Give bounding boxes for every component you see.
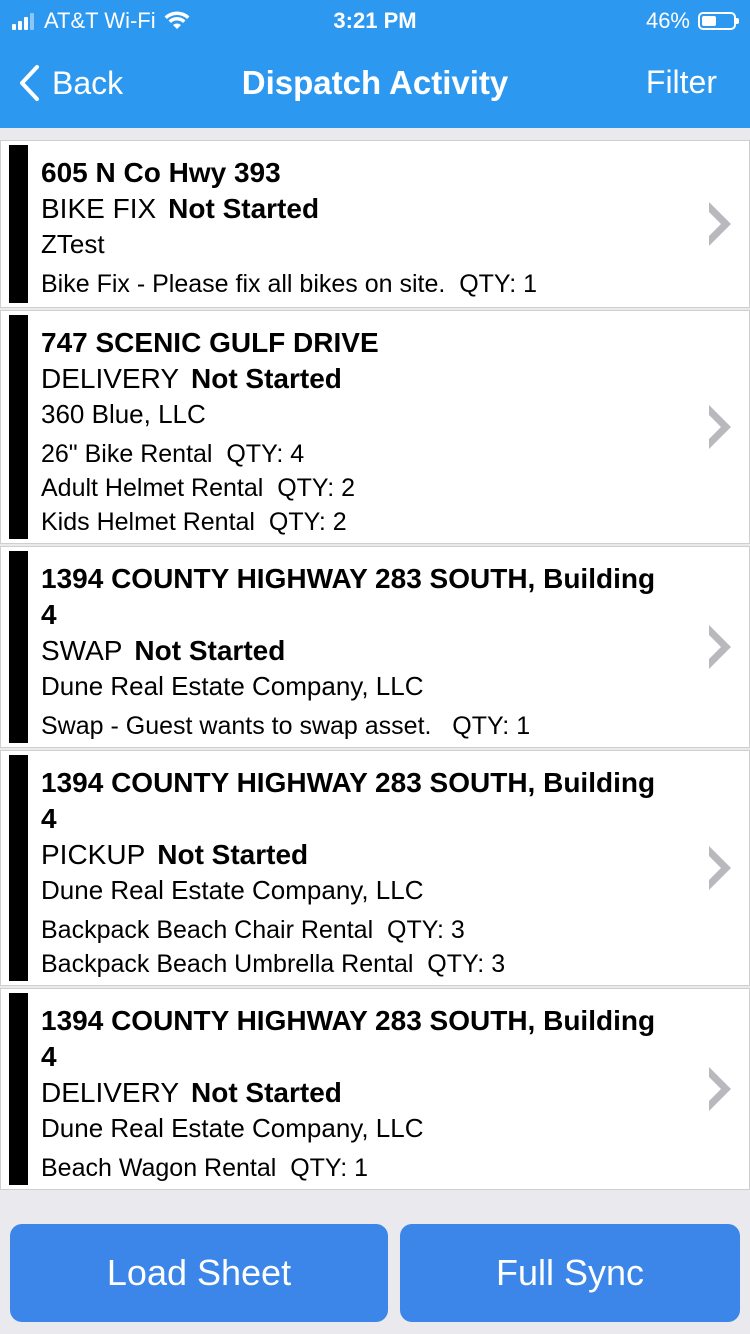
dispatch-item: Swap - Guest wants to swap asset. QTY: 1 [41, 712, 531, 740]
status-bar: AT&T Wi-Fi 3:21 PM 46% [0, 0, 750, 40]
dispatch-type: DELIVERY [41, 363, 179, 394]
dispatch-card[interactable]: 605 N Co Hwy 393 BIKE FIX Not Started ZTest… [0, 140, 750, 308]
dispatch-status: Not Started [168, 193, 320, 224]
chevron-right-icon [709, 1067, 731, 1111]
battery-percent: 46% [645, 8, 690, 33]
dispatch-type-line: DELIVERY Not Started [41, 1075, 669, 1111]
dispatch-type: DELIVERY [41, 1077, 179, 1108]
load-sheet-button[interactable]: Load Sheet [10, 1224, 388, 1322]
header: AT&T Wi-Fi 3:21 PM 46% Back Dispatch Act… [0, 0, 750, 128]
dispatch-type: PICKUP [41, 839, 146, 870]
chevron-right-icon [709, 625, 731, 669]
dispatch-type: BIKE FIX [41, 193, 157, 224]
dispatch-address: 1394 COUNTY HIGHWAY 283 SOUTH, Building … [41, 767, 656, 834]
dispatch-item: 26" Bike Rental QTY: 4 [41, 440, 305, 468]
dispatch-item: Bike Fix - Please fix all bikes on site.… [41, 270, 538, 298]
filter-button[interactable]: Filter [646, 64, 717, 101]
dispatch-address: 1394 COUNTY HIGHWAY 283 SOUTH, Building … [41, 563, 656, 630]
status-stripe [9, 755, 28, 981]
status-right: 46% [645, 8, 739, 34]
dispatch-type-line: BIKE FIX Not Started [41, 191, 669, 227]
dispatch-company: Dune Real Estate Company, LLC [41, 1113, 424, 1143]
dispatch-item: Backpack Beach Umbrella Rental QTY: 3 [41, 950, 506, 978]
dispatch-company: 360 Blue, LLC [41, 399, 206, 429]
dispatch-company: Dune Real Estate Company, LLC [41, 671, 424, 701]
clock: 3:21 PM [333, 8, 417, 33]
dispatch-item: Beach Wagon Rental QTY: 1 [41, 1154, 369, 1182]
dispatch-item: Adult Helmet Rental QTY: 2 [41, 474, 356, 502]
dispatch-address: 605 N Co Hwy 393 [41, 157, 281, 188]
status-stripe [9, 315, 28, 539]
chevron-right-icon [709, 846, 731, 890]
dispatch-address: 1394 COUNTY HIGHWAY 283 SOUTH, Building … [41, 1005, 656, 1072]
battery-icon [698, 12, 739, 30]
dispatch-card[interactable]: 1394 COUNTY HIGHWAY 283 SOUTH, Building … [0, 546, 750, 748]
dispatch-company: ZTest [41, 229, 105, 259]
dispatch-card[interactable]: 747 SCENIC GULF DRIVE DELIVERY Not Started… [0, 310, 750, 544]
footer: Load Sheet Full Sync [0, 1214, 750, 1334]
dispatch-status: Not Started [134, 635, 286, 666]
chevron-right-icon [709, 202, 731, 246]
dispatch-card[interactable]: 1394 COUNTY HIGHWAY 283 SOUTH, Building … [0, 750, 750, 986]
dispatch-list: 605 N Co Hwy 393 BIKE FIX Not Started ZTest… [0, 140, 750, 1192]
status-stripe [9, 145, 28, 303]
dispatch-type: SWAP [41, 635, 123, 666]
full-sync-button[interactable]: Full Sync [400, 1224, 740, 1322]
page-title: Dispatch Activity [241, 64, 509, 101]
dispatch-company: Dune Real Estate Company, LLC [41, 875, 424, 905]
battery-fill [702, 16, 716, 26]
dispatch-item: Backpack Beach Chair Rental QTY: 3 [41, 916, 465, 944]
dispatch-address: 747 SCENIC GULF DRIVE [41, 327, 379, 358]
dispatch-status: Not Started [157, 839, 309, 870]
status-stripe [9, 551, 28, 743]
status-stripe [9, 993, 28, 1185]
dispatch-type-line: SWAP Not Started [41, 633, 669, 669]
dispatch-status: Not Started [191, 1077, 342, 1108]
dispatch-type-line: DELIVERY Not Started [41, 361, 669, 397]
nav-bar: Back Dispatch Activity Filter [0, 44, 750, 128]
chevron-right-icon [709, 405, 731, 449]
dispatch-type-line: PICKUP Not Started [41, 837, 669, 873]
dispatch-item: Kids Helmet Rental QTY: 2 [41, 508, 347, 536]
dispatch-status: Not Started [191, 363, 342, 394]
dispatch-card[interactable]: 1394 COUNTY HIGHWAY 283 SOUTH, Building … [0, 988, 750, 1190]
